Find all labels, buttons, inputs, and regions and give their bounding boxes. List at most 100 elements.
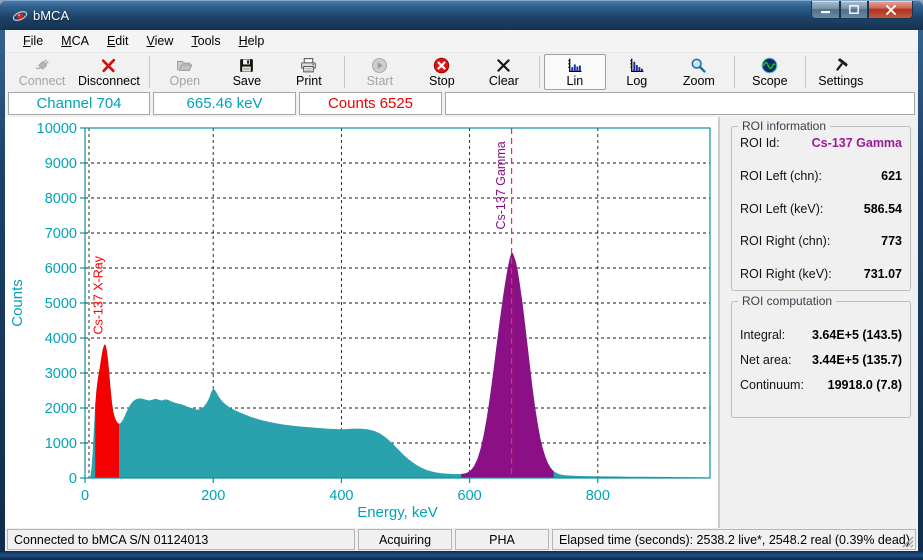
toolbar-separator xyxy=(149,56,150,88)
toolbar-button-label: Stop xyxy=(429,74,455,88)
cursor-info-bar: Channel 704665.46 keVCounts 6525 xyxy=(5,91,918,117)
floppy-icon xyxy=(238,57,255,74)
roi-computation-group: ROI computation Integral:3.64E+5 (143.5)… xyxy=(731,301,911,418)
x-tick-label: 600 xyxy=(458,488,482,504)
toolbar-button-label: Print xyxy=(296,74,322,88)
log-chart-icon xyxy=(628,57,645,74)
log-button[interactable]: Log xyxy=(606,54,668,90)
elapsed-time-status: Elapsed time (seconds): 2538.2 live*, 25… xyxy=(552,529,916,550)
lin-button[interactable]: Lin xyxy=(544,54,606,90)
window-bottom-frame xyxy=(0,551,923,560)
zoom-button[interactable]: Zoom xyxy=(668,54,730,90)
toolbar-button-label: Save xyxy=(233,74,262,88)
roi-row-label: Integral: xyxy=(740,328,785,342)
minimize-icon xyxy=(821,5,830,14)
roi-row-label: ROI Id: xyxy=(740,136,780,150)
menu-bar: FileMCAEditViewToolsHelp xyxy=(5,30,918,53)
roi-row-label: ROI Right (keV): xyxy=(740,267,832,281)
roi-annotation: Cs-137 X-Ray xyxy=(91,255,105,334)
start-button: Start xyxy=(349,54,411,90)
toolbar-separator xyxy=(734,56,735,88)
mode-status: PHA xyxy=(455,529,549,550)
menu-tools[interactable]: Tools xyxy=(182,31,229,51)
roi-row: ROI Right (chn): 773 xyxy=(740,225,902,258)
printer-icon xyxy=(300,57,317,74)
settings-button[interactable]: Settings xyxy=(810,54,872,90)
app-icon xyxy=(12,8,28,24)
linear-chart-icon xyxy=(566,57,583,74)
close-button[interactable] xyxy=(868,1,913,19)
bmca-window: bMCA FileMCAEditViewToolsHelp Connect Dis… xyxy=(0,0,923,560)
toolbar-separator xyxy=(539,56,540,88)
toolbar-separator xyxy=(805,56,806,88)
roi-row-value: Cs-137 Gamma xyxy=(812,136,902,150)
clear-button[interactable]: Clear xyxy=(473,54,535,90)
toolbar-button-label: Settings xyxy=(818,74,863,88)
window-title: bMCA xyxy=(33,1,69,30)
roi-row: Continuum:19918.0 (7.8) xyxy=(740,372,902,397)
toolbar-button-label: Zoom xyxy=(683,74,715,88)
resize-grip[interactable] xyxy=(901,535,914,548)
save-button[interactable]: Save xyxy=(216,54,278,90)
plug-icon xyxy=(34,57,51,74)
play-icon xyxy=(371,57,388,74)
y-tick-label: 7000 xyxy=(45,226,77,242)
menu-file[interactable]: File xyxy=(14,31,52,51)
main-area: Cs-137 X-RayCs-137 Gamma0100020003000400… xyxy=(5,117,918,528)
roi-region xyxy=(461,253,553,478)
roi-row: ROI Id: Cs-137 Gamma xyxy=(740,127,902,160)
menu-edit[interactable]: Edit xyxy=(98,31,138,51)
y-tick-label: 5000 xyxy=(45,296,77,312)
roi-row-value: 3.64E+5 (143.5) xyxy=(812,328,902,342)
clear-x-icon xyxy=(495,57,512,74)
counts-readout: Counts 6525 xyxy=(299,92,442,115)
roi-row-value: 621 xyxy=(881,169,902,183)
y-tick-label: 9000 xyxy=(45,156,77,172)
y-tick-label: 10000 xyxy=(37,121,77,137)
x-tick-label: 0 xyxy=(81,488,89,504)
x-axis-title: Energy, keV xyxy=(357,504,438,521)
menu-mca[interactable]: MCA xyxy=(52,31,98,51)
roi-row: ROI Left (keV):586.54 xyxy=(740,192,902,225)
roi-row-label: Continuum: xyxy=(740,378,804,392)
toolbar-button-label: Scope xyxy=(752,74,787,88)
roi-row-value: 586.54 xyxy=(864,202,902,216)
magnifier-icon xyxy=(690,57,707,74)
disconnect-button[interactable]: Disconnect xyxy=(73,54,145,90)
roi-annotation: Cs-137 Gamma xyxy=(494,141,508,229)
toolbar-button-label: Connect xyxy=(19,74,66,88)
acquisition-status: Acquiring xyxy=(358,529,452,550)
roi-side-panel: ROI information ROI Id:Cs-137 GammaROI L… xyxy=(720,117,918,528)
menu-help[interactable]: Help xyxy=(230,31,274,51)
roi-row: Integral: 3.64E+5 (143.5) xyxy=(740,322,902,347)
roi-row-label: ROI Right (chn): xyxy=(740,234,830,248)
toolbar-button-label: Clear xyxy=(489,74,519,88)
y-tick-label: 3000 xyxy=(45,366,77,382)
x-tick-label: 800 xyxy=(586,488,610,504)
spectrum-area xyxy=(90,253,710,478)
disconnect-x-icon xyxy=(100,57,117,74)
menu-view[interactable]: View xyxy=(138,31,183,51)
roi-row: ROI Right (keV): 731.07 xyxy=(740,257,902,290)
toolbar-button-label: Disconnect xyxy=(78,74,140,88)
roi-row-label: ROI Left (chn): xyxy=(740,169,822,183)
energy-readout: 665.46 keV xyxy=(153,92,296,115)
stop-button[interactable]: Stop xyxy=(411,54,473,90)
scope-button[interactable]: Scope xyxy=(739,54,801,90)
minimize-button[interactable] xyxy=(811,1,840,19)
maximize-icon xyxy=(849,5,859,14)
print-button[interactable]: Print xyxy=(278,54,340,90)
spectrum-chart[interactable]: Cs-137 X-RayCs-137 Gamma0100020003000400… xyxy=(8,118,720,524)
title-bar[interactable]: bMCA xyxy=(0,0,923,30)
y-tick-label: 1000 xyxy=(45,436,77,452)
stop-icon xyxy=(433,57,450,74)
roi-region xyxy=(95,344,119,478)
toolbar-button-label: Open xyxy=(170,74,201,88)
roi-row-value: 773 xyxy=(881,234,902,248)
connection-status: Connected to bMCA S/N 01124013 xyxy=(7,529,355,550)
open-button: Open xyxy=(154,54,216,90)
roi-row-value: 731.07 xyxy=(864,267,902,281)
spectrum-plot[interactable]: Cs-137 X-RayCs-137 Gamma0100020003000400… xyxy=(8,118,720,524)
maximize-button[interactable] xyxy=(840,1,868,19)
y-tick-label: 6000 xyxy=(45,261,77,277)
